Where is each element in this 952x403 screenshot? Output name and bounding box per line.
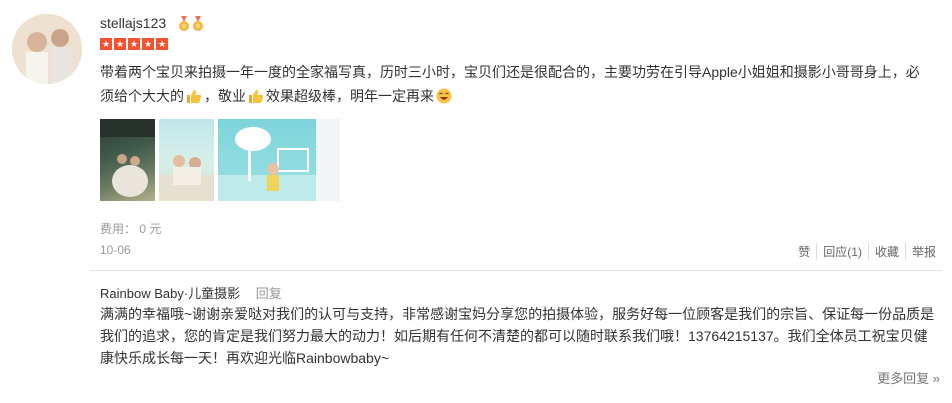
review-photo[interactable] bbox=[159, 119, 214, 201]
reply-button[interactable]: 回复 bbox=[256, 286, 282, 301]
review-photo[interactable] bbox=[218, 119, 340, 201]
star-icon: ★ bbox=[156, 38, 168, 50]
star-icon: ★ bbox=[100, 38, 112, 50]
fee-info: 费用： 0 元 bbox=[100, 222, 162, 236]
user-medals bbox=[178, 16, 204, 32]
like-button[interactable]: 赞 bbox=[792, 243, 816, 260]
star-icon: ★ bbox=[142, 38, 154, 50]
favorite-button[interactable]: 收藏 bbox=[867, 243, 905, 260]
rating-stars: ★ ★ ★ ★ ★ bbox=[100, 38, 168, 50]
merchant-reply-text: 满满的幸福哦~谢谢亲爱哒对我们的认可与支持，非常感谢宝妈分享您的拍摄体验，服务好… bbox=[100, 306, 935, 366]
review-actions: 赞 回应(1) 收藏 举报 bbox=[792, 243, 942, 260]
review-photo[interactable] bbox=[100, 119, 155, 201]
review-text-part: ，敬业 bbox=[204, 88, 246, 104]
merchant-name[interactable]: Rainbow Baby·儿童摄影 bbox=[100, 286, 240, 301]
avatar[interactable] bbox=[12, 14, 82, 84]
review-text-part: 效果超级棒，明年一定再来 bbox=[266, 88, 434, 104]
username[interactable]: stellajs123 bbox=[100, 15, 166, 31]
thumbs-up-icon bbox=[249, 89, 264, 103]
star-icon: ★ bbox=[128, 38, 140, 50]
report-button[interactable]: 举报 bbox=[904, 243, 942, 260]
medal-icon bbox=[193, 16, 203, 31]
more-replies-link[interactable]: 更多回复 » bbox=[877, 368, 940, 387]
divider bbox=[90, 270, 942, 271]
thumbs-up-icon bbox=[187, 89, 202, 103]
review-photos bbox=[100, 119, 340, 201]
reply-count-button[interactable]: 回应(1) bbox=[816, 243, 868, 260]
medal-icon bbox=[179, 16, 189, 31]
star-icon: ★ bbox=[114, 38, 126, 50]
review-date: 10-06 bbox=[100, 243, 131, 257]
review-text: 带着两个宝贝来拍摄一年一度的全家福写真，历时三小时，宝贝们还是很配合的，主要功劳… bbox=[100, 60, 930, 108]
laughing-emoji-icon bbox=[436, 88, 452, 104]
merchant-reply-header: Rainbow Baby·儿童摄影 回复 bbox=[100, 283, 282, 302]
